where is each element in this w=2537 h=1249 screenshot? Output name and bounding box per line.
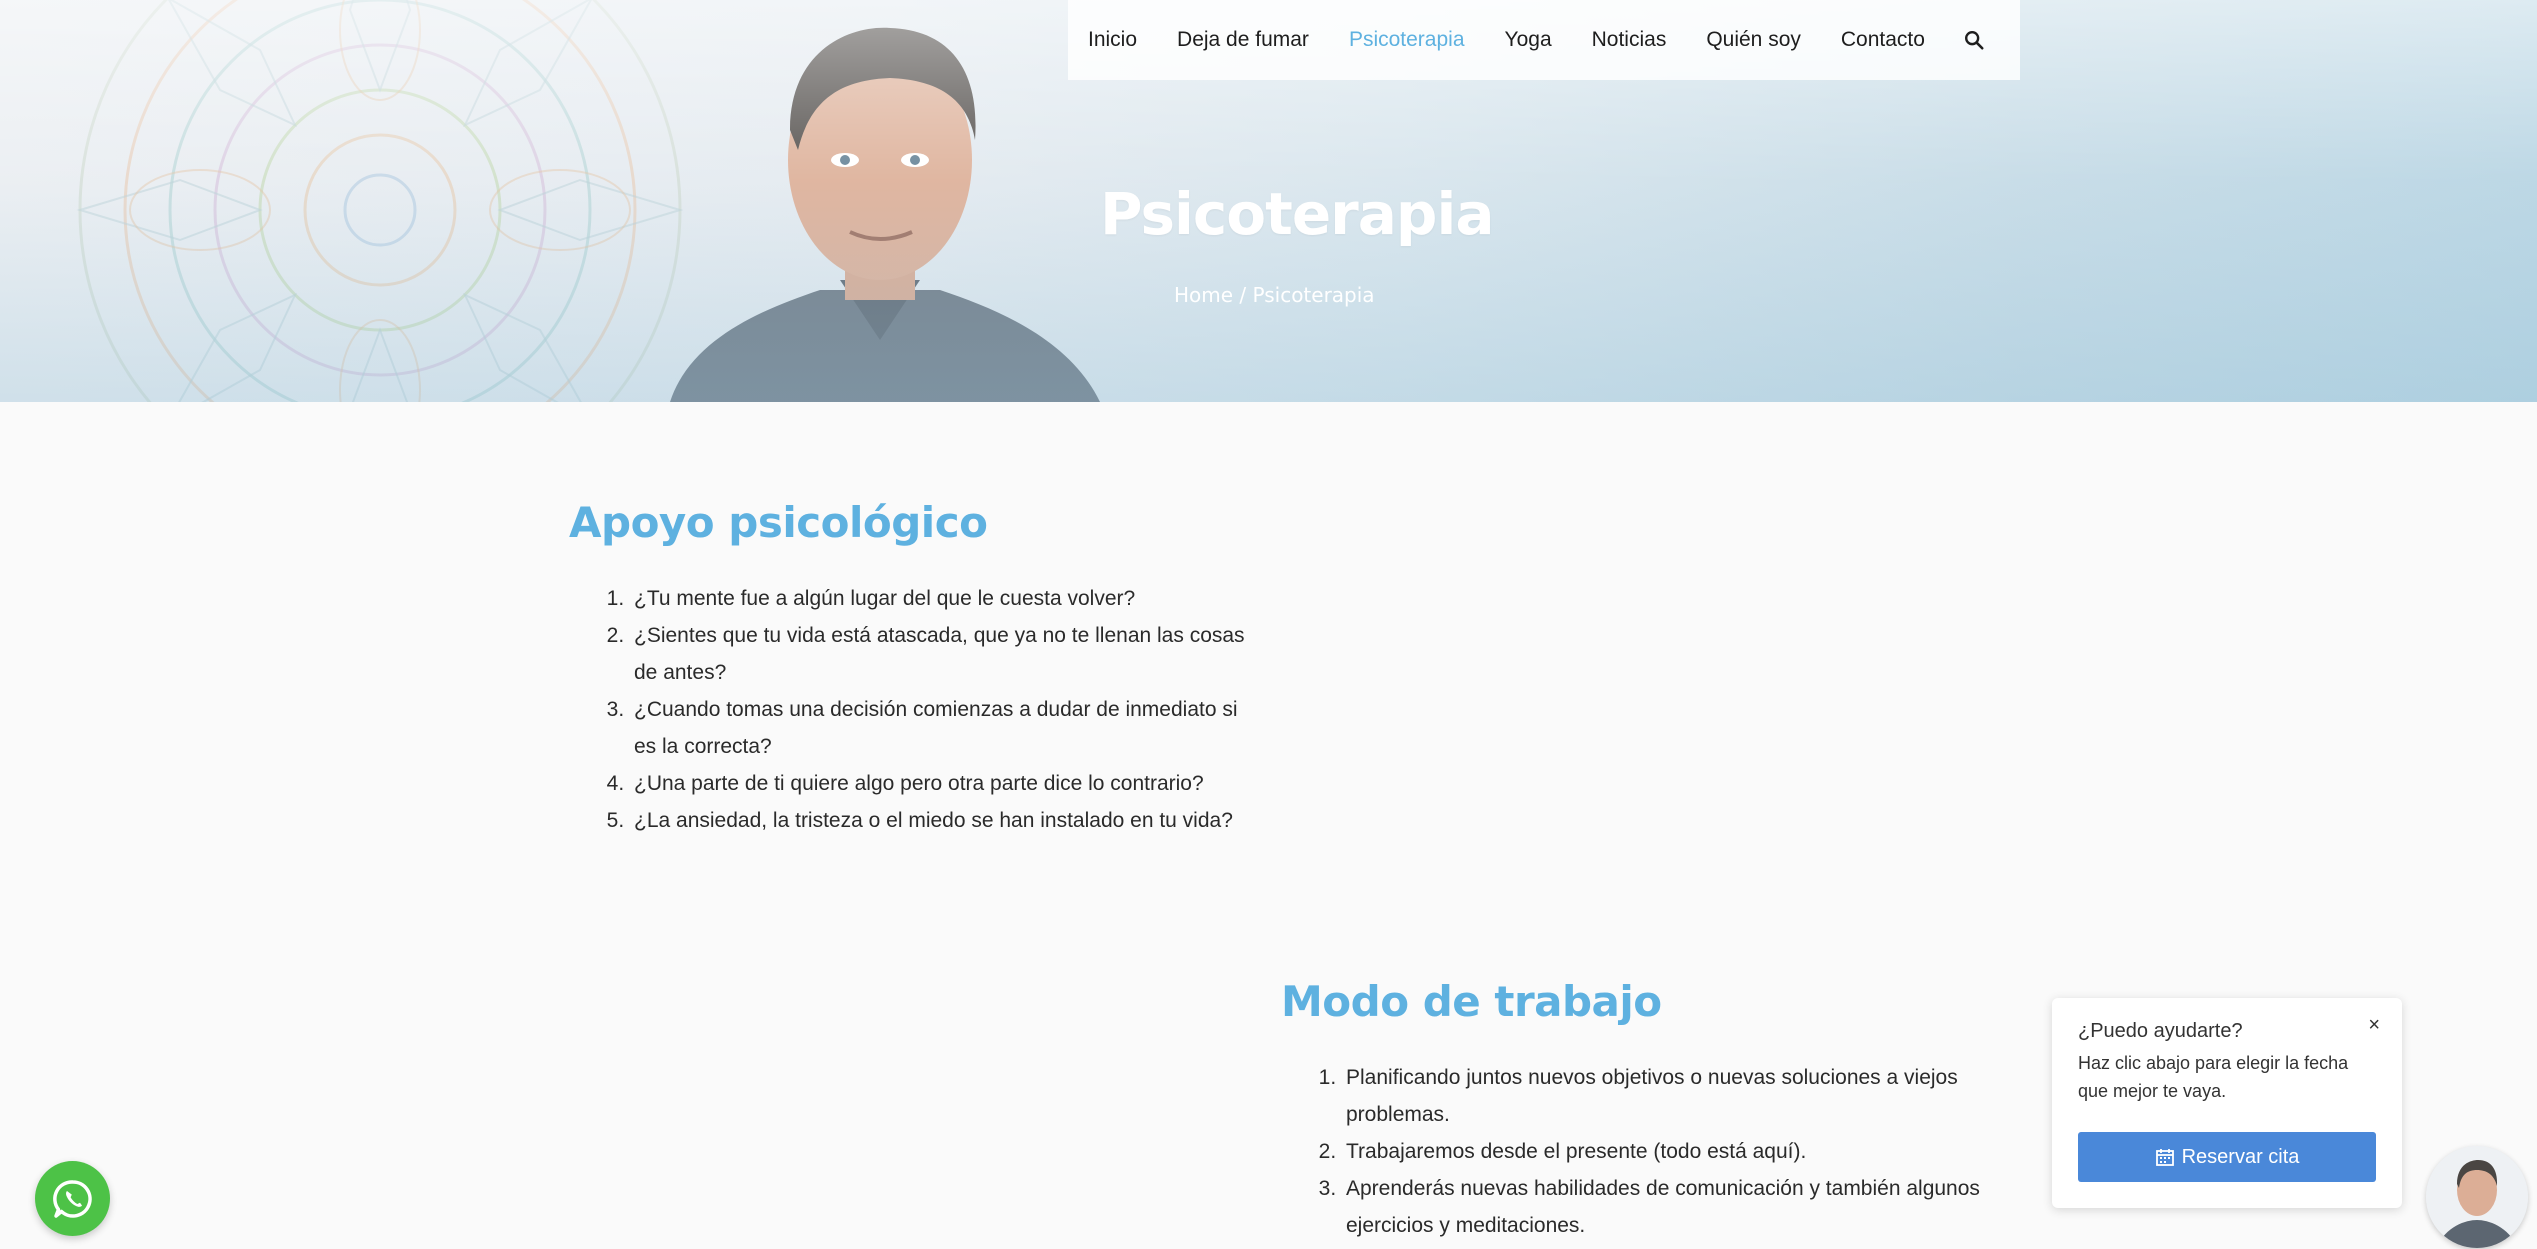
book-appointment-button[interactable]: Reservar cita: [2078, 1132, 2376, 1182]
whatsapp-button[interactable]: [35, 1161, 110, 1236]
breadcrumb[interactable]: Home / Psicoterapia: [1174, 283, 1375, 307]
list-item: ¿Sientes que tu vida está atascada, que …: [630, 617, 1260, 691]
calendar-icon: [2155, 1149, 2174, 1166]
chat-text: Haz clic abajo para elegir la fecha que …: [2078, 1053, 2349, 1101]
list-item: ¿La ansiedad, la tristeza o el miedo se …: [630, 802, 1260, 839]
nav-item-contacto[interactable]: Contacto: [1841, 28, 1925, 52]
chat-popup: × ¿Puedo ayudarte? Haz clic abajo para e…: [2052, 998, 2402, 1208]
whatsapp-icon: [52, 1179, 92, 1218]
list-item: ¿Una parte de ti quiere algo pero otra p…: [630, 765, 1260, 802]
list-item: ¿Tu mente fue a algún lugar del que le c…: [630, 580, 1260, 617]
nav-item-noticias[interactable]: Noticias: [1592, 28, 1667, 52]
nav-item-inicio[interactable]: Inicio: [1088, 28, 1137, 52]
modo-list: Planificando juntos nuevos objetivos o n…: [1312, 1059, 1992, 1244]
main-nav: Inicio Deja de fumar Psicoterapia Yoga N…: [1068, 0, 2020, 80]
section-title-apoyo: Apoyo psicológico: [569, 498, 988, 547]
list-item: Planificando juntos nuevos objetivos o n…: [1342, 1059, 1992, 1133]
book-appointment-label: Reservar cita: [2181, 1145, 2300, 1168]
close-icon[interactable]: ×: [2368, 1014, 2380, 1037]
list-item: Trabajaremos desde el presente (todo est…: [1342, 1133, 1992, 1170]
nav-item-yoga[interactable]: Yoga: [1505, 28, 1552, 52]
page-title: Psicoterapia: [1100, 180, 1494, 248]
nav-item-psicoterapia[interactable]: Psicoterapia: [1349, 28, 1465, 52]
chat-avatar[interactable]: [2426, 1146, 2528, 1248]
nav-item-deja-de-fumar[interactable]: Deja de fumar: [1177, 28, 1309, 52]
search-icon[interactable]: [1961, 27, 1987, 53]
section-title-modo: Modo de trabajo: [1281, 977, 1662, 1026]
list-item: ¿Cuando tomas una decisión comienzas a d…: [630, 691, 1260, 765]
nav-item-quien-soy[interactable]: Quién soy: [1706, 28, 1801, 52]
list-item: Aprenderás nuevas habilidades de comunic…: [1342, 1170, 1992, 1244]
chat-title: ¿Puedo ayudarte?: [2078, 1020, 2243, 1042]
apoyo-question-list: ¿Tu mente fue a algún lugar del que le c…: [600, 580, 1260, 839]
avatar: [2426, 1146, 2528, 1248]
